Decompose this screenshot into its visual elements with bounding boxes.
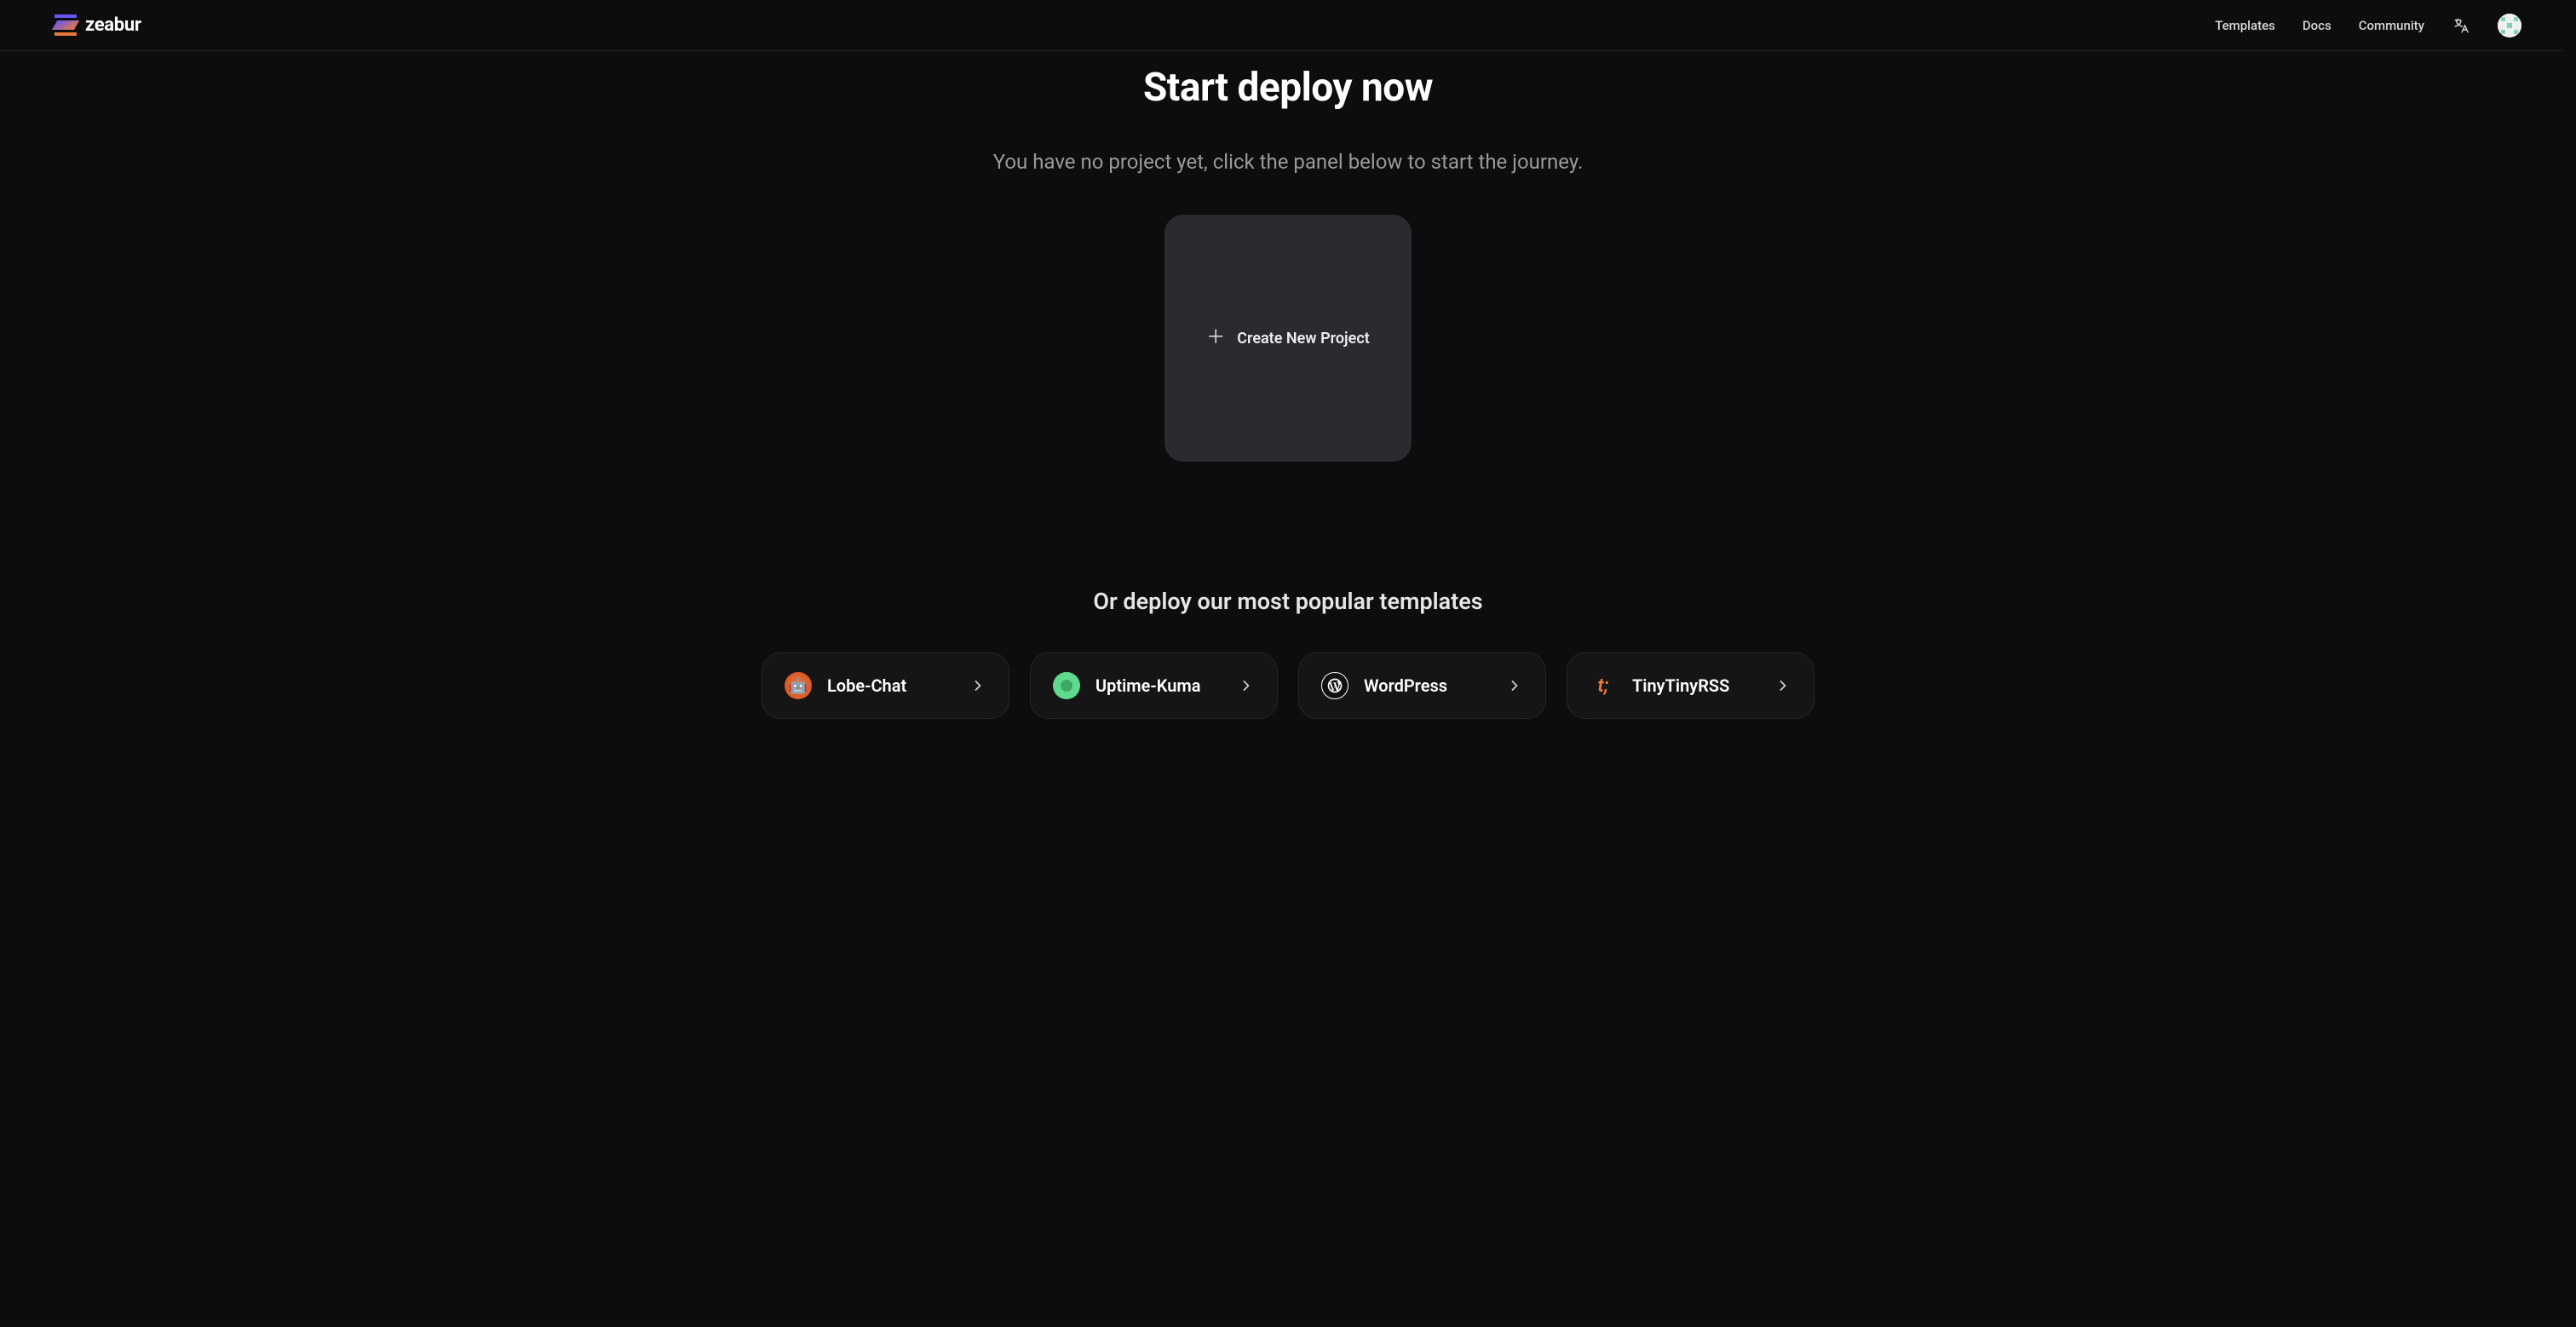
nav-community[interactable]: Community: [2359, 18, 2424, 33]
template-name: Uptime-Kuma: [1095, 675, 1222, 696]
language-icon[interactable]: [2452, 16, 2470, 35]
chevron-right-icon: [969, 677, 986, 694]
page-title: Start deploy now: [1143, 65, 1433, 111]
chevron-right-icon: [1238, 677, 1255, 694]
template-name: TinyTinyRSS: [1632, 675, 1759, 696]
main-content: Start deploy now You have no project yet…: [0, 51, 2576, 727]
brand-name: zeabur: [85, 14, 141, 36]
logo-mark-icon: [55, 14, 77, 37]
tinytinyrss-icon: t;: [1590, 672, 1617, 699]
template-card-uptime-kuma[interactable]: Uptime-Kuma: [1030, 652, 1278, 719]
page-subtitle: You have no project yet, click the panel…: [993, 150, 1584, 174]
chevron-right-icon: [1506, 677, 1523, 694]
template-card-tinytinyrss[interactable]: t; TinyTinyRSS: [1567, 652, 1814, 719]
template-name: WordPress: [1364, 675, 1491, 696]
brand-logo[interactable]: zeabur: [55, 14, 141, 37]
templates-row: Lobe-Chat Uptime-Kuma WordPress t; TinyT…: [762, 652, 1814, 727]
templates-heading: Or deploy our most popular templates: [1093, 588, 1482, 615]
create-project-card[interactable]: ＋ Create New Project: [1164, 215, 1412, 462]
app-header: zeabur Templates Docs Community: [0, 0, 2576, 51]
wordpress-icon: [1321, 672, 1348, 699]
template-card-wordpress[interactable]: WordPress: [1298, 652, 1546, 719]
chevron-right-icon: [1774, 677, 1791, 694]
nav-docs[interactable]: Docs: [2303, 18, 2332, 33]
nav-templates[interactable]: Templates: [2215, 18, 2275, 33]
lobe-chat-icon: [785, 672, 812, 699]
template-card-lobe-chat[interactable]: Lobe-Chat: [762, 652, 1009, 719]
template-name: Lobe-Chat: [827, 675, 954, 696]
create-project-label: Create New Project: [1237, 330, 1370, 348]
top-nav: Templates Docs Community: [2215, 14, 2521, 37]
avatar[interactable]: [2498, 14, 2521, 37]
uptime-kuma-icon: [1053, 672, 1080, 699]
plus-icon: ＋: [1206, 329, 1225, 348]
scrollbar[interactable]: [2564, 0, 2576, 1327]
